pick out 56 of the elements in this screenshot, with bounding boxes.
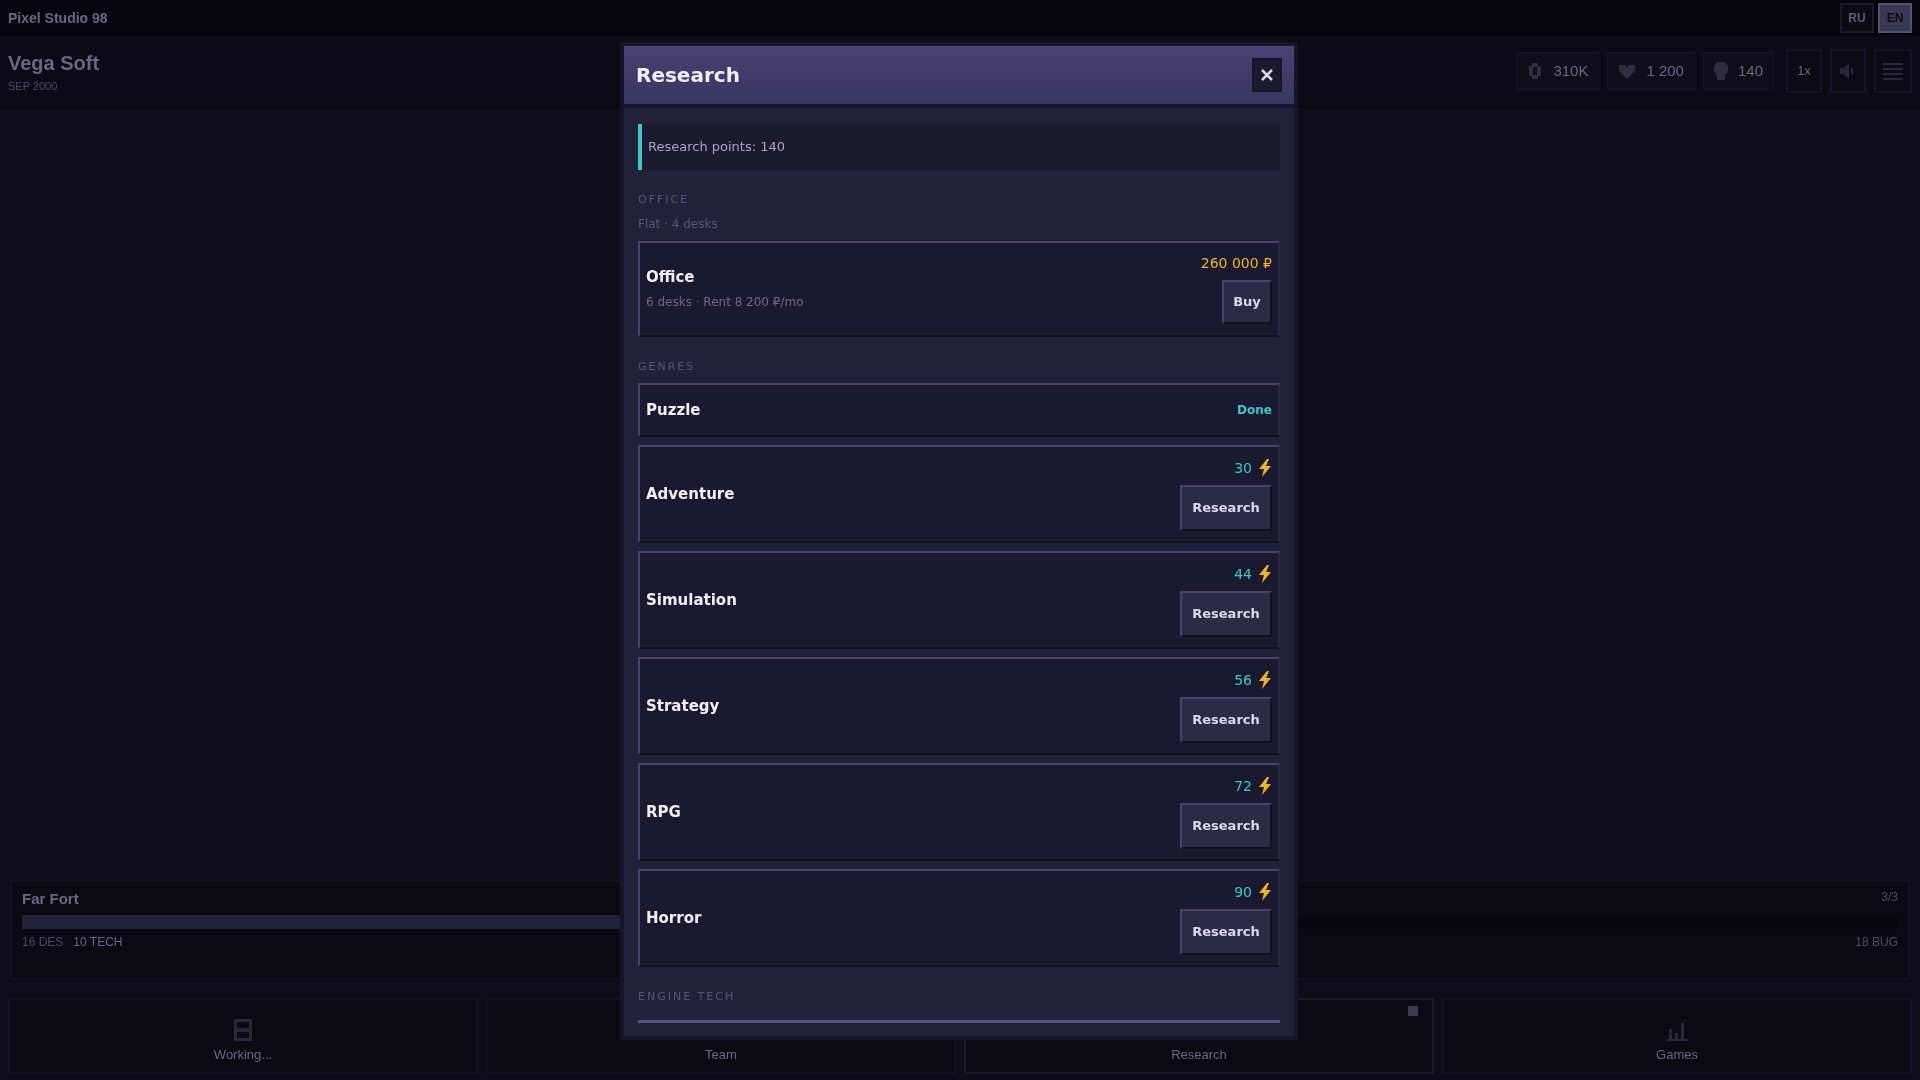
speed-button[interactable]: 1x xyxy=(1786,49,1822,93)
cog-icon xyxy=(1527,62,1544,80)
heart-icon xyxy=(1618,63,1637,79)
nav-tab[interactable]: Working... xyxy=(8,998,478,1074)
research-button[interactable]: Research xyxy=(1180,484,1272,531)
lightning-icon xyxy=(1258,883,1272,901)
close-button[interactable] xyxy=(1252,58,1282,92)
design-label: 16 DES xyxy=(22,933,64,951)
genre-name: RPG xyxy=(646,801,681,823)
stat-value: 140 xyxy=(1737,60,1763,81)
research-button[interactable]: Research xyxy=(1180,908,1272,955)
speaker-icon xyxy=(1840,62,1856,80)
buy-button[interactable]: Buy xyxy=(1222,280,1272,324)
menu-icon xyxy=(1883,62,1903,80)
cost-label: 56 xyxy=(1234,670,1252,690)
item-name: Office xyxy=(646,267,696,289)
research-button[interactable]: Research xyxy=(1180,802,1272,849)
lightning-icon xyxy=(1258,671,1272,689)
genre-name: Strategy xyxy=(646,695,720,717)
section-heading: GENRES xyxy=(638,358,697,375)
nav-tab[interactable]: Games xyxy=(1442,998,1912,1074)
project-name: Far Fort xyxy=(22,889,79,909)
cost-label: 44 xyxy=(1234,564,1252,584)
tech-label: 10 TECH xyxy=(73,933,123,951)
company-name: Vega Soft xyxy=(8,50,100,76)
points-label: Research points: 140 xyxy=(648,138,785,157)
sound-button[interactable] xyxy=(1830,49,1866,93)
stat-value: 1 200 xyxy=(1646,60,1684,81)
status-label: Done xyxy=(1237,402,1272,419)
genre-name: Horror xyxy=(646,907,702,929)
stat-value: 310K xyxy=(1553,60,1589,81)
genre-name: Puzzle xyxy=(646,399,701,421)
research-button[interactable]: Research xyxy=(1180,590,1272,637)
cost-label: 90 xyxy=(1234,882,1252,902)
window-title: Pixel Studio 98 xyxy=(8,8,108,28)
bulb-icon xyxy=(1713,62,1728,80)
price-label: 260 000 ₽ xyxy=(1200,254,1272,273)
count-label: 3/3 xyxy=(1881,889,1898,906)
section-heading: ENGINE TECH xyxy=(638,989,737,1005)
lightning-icon xyxy=(1258,565,1272,583)
item-detail: 6 desks · Rent 8 200 ₽/mo xyxy=(646,293,804,311)
floppy-icon xyxy=(234,1018,252,1041)
genre-name: Simulation xyxy=(646,589,737,611)
cost-label: 72 xyxy=(1234,776,1252,796)
lightning-icon xyxy=(1258,777,1272,795)
section-heading: OFFICE xyxy=(638,192,691,208)
menu-button[interactable] xyxy=(1874,49,1912,93)
lightning-icon xyxy=(1258,459,1272,477)
dialog-title: Research xyxy=(636,62,740,89)
research-button[interactable]: Research xyxy=(1180,696,1272,743)
genre-name: Adventure xyxy=(646,483,735,505)
bug-label: 18 BUG xyxy=(1855,933,1898,951)
close-icon xyxy=(1261,69,1273,81)
section-note: Flat · 4 desks xyxy=(638,215,719,233)
date-label: SEP 2000 xyxy=(8,78,59,94)
cost-label: 30 xyxy=(1234,458,1252,478)
